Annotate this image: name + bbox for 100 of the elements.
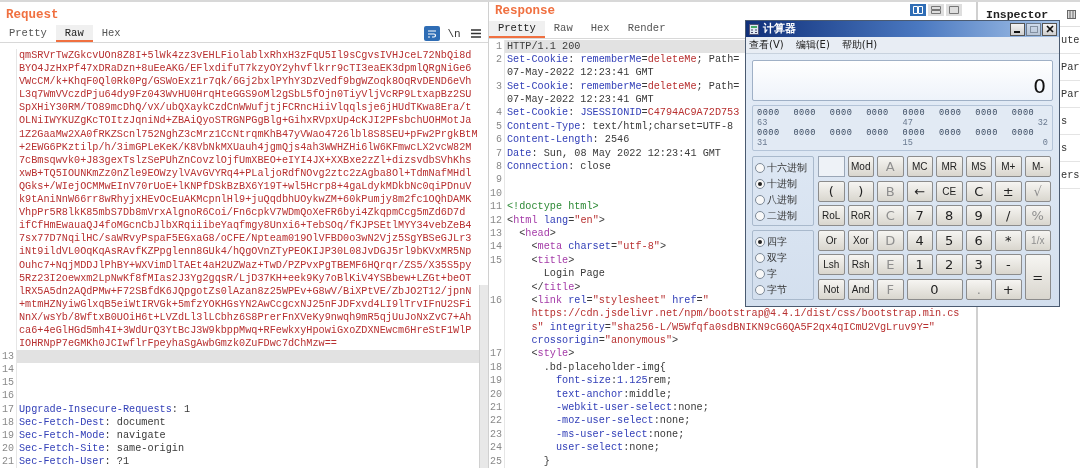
calculator-key[interactable]: / bbox=[995, 205, 1022, 227]
code-line: <!doctype html> bbox=[506, 200, 599, 214]
calculator-key[interactable]: * bbox=[995, 229, 1022, 251]
bit-position: 31 bbox=[757, 138, 768, 148]
tab[interactable]: Pretty bbox=[489, 20, 545, 38]
tab[interactable]: Hex bbox=[92, 25, 130, 42]
radio-option[interactable]: 八进制 bbox=[755, 193, 797, 206]
minimize-button[interactable] bbox=[1010, 22, 1025, 36]
inspector-row[interactable]: ute bbox=[1061, 27, 1080, 53]
code-line: L3q7WmVVczdPju64dy9Fz043WvHU0HrqHteGGS9oMl2gSbL5fOjn0TiyVljVcRP9LtxapBz2SU bbox=[18, 88, 472, 102]
radio-option[interactable]: 十六进制 bbox=[755, 161, 807, 174]
radio-option[interactable]: 四字 bbox=[755, 235, 787, 248]
inspector-row[interactable]: Par bbox=[1061, 54, 1080, 80]
calculator-key[interactable]: C bbox=[965, 180, 992, 202]
calculator-key[interactable]: 8 bbox=[936, 205, 963, 227]
layout-toggle[interactable] bbox=[910, 4, 926, 16]
radio-option[interactable]: 字 bbox=[755, 267, 777, 280]
radio-option[interactable]: 二进制 bbox=[755, 209, 797, 222]
calculator-key[interactable]: ) bbox=[847, 180, 874, 202]
inspector-row[interactable]: ers bbox=[1061, 162, 1080, 188]
window-title: 计算器 bbox=[763, 22, 796, 36]
bit-group: 0000 bbox=[902, 128, 926, 138]
inspector-row[interactable]: s bbox=[1061, 135, 1068, 161]
close-button[interactable] bbox=[1042, 22, 1057, 36]
code-line: QGks+/WIejOCMMwEInV70rUoE+lKNPfDSkBzBX6Y19T+wl5Hcrp8+4gaLdykMDkbNc0qiPDnuV bbox=[18, 179, 472, 194]
code-line: 7sx77D7NqilHC/saWRvyPspaF5EGxaG8/oCFE/Npteam019OlVFBD0o3wN2Vjz5SgYBSeGJLr3 bbox=[18, 232, 472, 246]
calculator-key[interactable]: - bbox=[995, 254, 1022, 276]
inspector-row[interactable]: Par bbox=[1061, 81, 1080, 107]
calculator-key[interactable]: RoL bbox=[818, 205, 845, 227]
code-line: k9tAniNnW66rr8wRhyjxHEvOcEuAKMcpnlHl9+juQqdbhUOykwZM+60kPumjy8m2fc1OQhDAMK bbox=[18, 193, 472, 207]
scrollbar[interactable] bbox=[479, 285, 488, 468]
calculator-key[interactable]: 4 bbox=[906, 229, 933, 251]
code-line: NnX/wsYb/8WftxB0UOiH6t+LVZdLl3lLCbhz6S8PrerFnXVeKy9nwqh9mR5qjUuJoNxZvC7+Ah bbox=[18, 310, 472, 324]
calculator-key[interactable]: 2 bbox=[936, 254, 963, 276]
bit-group: 0000 bbox=[902, 108, 926, 118]
calculator-key[interactable]: MR bbox=[936, 156, 963, 177]
code-line: Sec-Fetch-User: ?1 bbox=[18, 454, 130, 468]
menu-item[interactable]: 帮助(H) bbox=[841, 38, 878, 52]
calculator-key[interactable]: Or bbox=[818, 229, 845, 251]
tab[interactable]: Raw bbox=[544, 20, 582, 38]
tab[interactable]: Pretty bbox=[0, 25, 56, 42]
code-line: } bbox=[542, 454, 550, 468]
menu-item[interactable]: 查看(V) bbox=[749, 38, 784, 52]
line-number: 22 bbox=[489, 414, 505, 428]
code-line: ca6+4eGlHGd5mh4I+3WdUrQ3YtBcJ3W9kbppMwq+RFewkxyHpowiGxoZDXNEwcm6HreStF1WlP bbox=[18, 323, 472, 338]
line-number: 18 bbox=[489, 360, 505, 375]
layout-toggle[interactable] bbox=[928, 4, 944, 16]
panel-icon[interactable] bbox=[1067, 9, 1076, 19]
maximize-icon bbox=[1029, 25, 1038, 33]
bit-position: 63 bbox=[757, 118, 768, 128]
calculator-key[interactable]: 0 bbox=[906, 278, 963, 300]
newline-button[interactable]: \n bbox=[446, 26, 462, 41]
calculator-key[interactable]: CE bbox=[936, 180, 963, 202]
code-line: Set-Cookie: rememberMe=deleteMe; Path= bbox=[506, 52, 740, 67]
calculator-key[interactable]: MS bbox=[965, 156, 992, 177]
tab[interactable]: Hex bbox=[581, 20, 619, 38]
code-line: <head> bbox=[518, 226, 556, 241]
menu-item[interactable]: 编辑(E) bbox=[795, 38, 830, 52]
tab[interactable]: Render bbox=[618, 20, 675, 38]
menu-button[interactable] bbox=[468, 26, 484, 41]
close-icon bbox=[1045, 25, 1054, 33]
calculator-key[interactable]: = bbox=[1024, 254, 1051, 300]
calculator-key[interactable]: ± bbox=[995, 180, 1022, 202]
calculator-key[interactable]: 5 bbox=[936, 229, 963, 251]
inspector-title: Inspector bbox=[986, 7, 1049, 21]
line-number: 14 bbox=[489, 240, 505, 254]
radio-option[interactable]: 双字 bbox=[755, 251, 787, 264]
calculator-key[interactable]: 7 bbox=[906, 205, 933, 227]
calculator-key[interactable]: RoR bbox=[847, 205, 874, 227]
line-number: 18 bbox=[0, 415, 17, 429]
code-line: IOHRNpP7eGMKh0JCIwflrFpeyhaSgAwbGmzk0ZuFDwc7dChMzw== bbox=[18, 337, 337, 351]
code-line: BYO4JzHxPf47xDRaDzn+8uEeAKG/EFlxdifuT7kzyOY2yhvflkrr9cTI3eaEK3dpmlQRgNiGe6 bbox=[18, 62, 472, 76]
code-line: https://cdn.jsdelivr.net/npm/bootstrap@4.4.1/dist/css/bootstrap.min.cs bbox=[530, 307, 960, 321]
calculator-key[interactable]: ( bbox=[818, 180, 845, 202]
calculator-key[interactable]: MC bbox=[906, 156, 933, 177]
calculator-key[interactable]: And bbox=[847, 278, 874, 300]
code-line: Login Page bbox=[542, 267, 605, 281]
tab[interactable]: Raw bbox=[55, 25, 93, 42]
calculator-key[interactable]: Lsh bbox=[818, 254, 845, 276]
radio-option[interactable]: 十进制 bbox=[755, 177, 797, 190]
wrap-icon bbox=[427, 28, 437, 39]
calculator-key[interactable]: Xor bbox=[847, 229, 874, 251]
calculator-key[interactable]: M- bbox=[1024, 156, 1051, 177]
calculator-key[interactable]: M+ bbox=[995, 156, 1022, 177]
bit-group: 0000 bbox=[866, 108, 889, 118]
code-line: +mtmHZNyiwGlxqB5eiWtIRVGk+5mfzYOKHGsYN2AwCcgcxNJ25nFJDFxvd4LI9lTrvIFnU2SFi bbox=[18, 297, 472, 311]
layout-toggle[interactable] bbox=[946, 4, 962, 16]
calculator-key[interactable]: 3 bbox=[965, 254, 992, 276]
code-line: -webkit-user-select:none; bbox=[554, 401, 709, 415]
calculator-key[interactable]: + bbox=[995, 278, 1022, 300]
calculator-key[interactable]: 1 bbox=[906, 254, 933, 276]
calculator-key[interactable]: Not bbox=[818, 278, 845, 300]
wrap-button[interactable] bbox=[424, 26, 440, 41]
calculator-key[interactable]: Rsh bbox=[847, 254, 874, 276]
inspector-row[interactable]: s bbox=[1061, 108, 1068, 134]
calculator-key[interactable]: Mod bbox=[847, 156, 874, 177]
calculator-key[interactable]: ← bbox=[906, 180, 933, 202]
radio-option[interactable]: 字节 bbox=[755, 283, 787, 296]
calculator-key[interactable]: 9 bbox=[965, 205, 992, 227]
calculator-key[interactable]: 6 bbox=[965, 229, 992, 251]
